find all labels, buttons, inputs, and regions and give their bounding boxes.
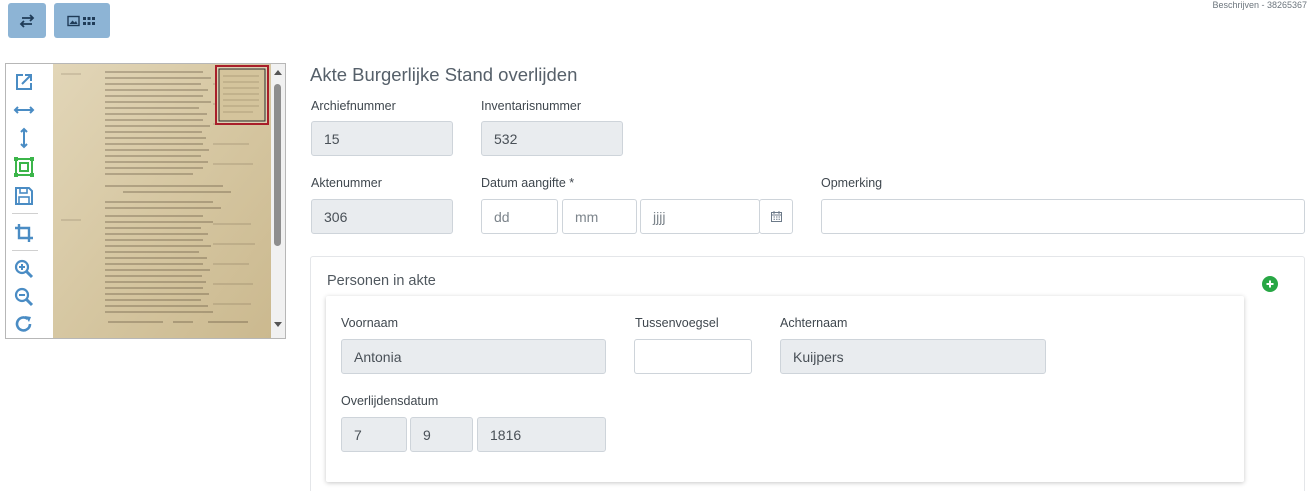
zoom-in-icon[interactable]	[12, 257, 36, 281]
opmerking-label: Opmerking	[821, 176, 883, 190]
aktenummer-label: Aktenummer	[311, 176, 382, 190]
overlijdensdatum-label: Overlijdensdatum	[341, 394, 439, 408]
scroll-down-icon[interactable]	[274, 322, 282, 327]
overlijdensdatum-month-field[interactable]: 9	[410, 417, 473, 452]
archiefnummer-label: Archiefnummer	[311, 99, 396, 113]
image-grid-button[interactable]	[54, 3, 110, 38]
swap-layout-button[interactable]	[8, 3, 46, 38]
voornaam-label: Voornaam	[341, 316, 398, 330]
opmerking-field[interactable]	[821, 199, 1305, 234]
tussenvoegsel-field[interactable]	[634, 339, 752, 374]
image-grid-icon	[67, 15, 95, 26]
datum-aangifte-year-input[interactable]: jjjj	[640, 199, 760, 234]
record-reference: Beschrijven - 38265367	[1212, 0, 1307, 10]
save-icon[interactable]	[12, 184, 36, 208]
scrollbar-thumb[interactable]	[274, 84, 281, 246]
calendar-icon	[770, 211, 782, 222]
viewer-scrollbar[interactable]	[271, 64, 285, 338]
fit-height-icon[interactable]	[12, 126, 36, 150]
datum-aangifte-label: Datum aangifte *	[481, 176, 575, 190]
scan-image[interactable]	[53, 64, 271, 338]
viewer-toolbar	[6, 64, 46, 338]
crop-icon[interactable]	[12, 221, 36, 245]
zoom-out-icon[interactable]	[12, 285, 36, 309]
swap-arrows-icon	[19, 13, 35, 28]
scan-icon	[53, 64, 271, 338]
external-link-icon[interactable]	[12, 70, 36, 94]
tussenvoegsel-label: Tussenvoegsel	[635, 316, 719, 330]
overlijdensdatum-day-field[interactable]: 7	[341, 417, 407, 452]
inventarisnummer-label: Inventarisnummer	[481, 99, 582, 113]
add-person-button[interactable]	[1262, 276, 1278, 292]
inventarisnummer-field[interactable]: 532	[481, 121, 623, 156]
achternaam-field[interactable]: Kuijpers	[780, 339, 1046, 374]
achternaam-label: Achternaam	[780, 316, 848, 330]
personen-title: Personen in akte	[327, 273, 436, 289]
plus-circle-icon	[1266, 280, 1274, 288]
page-title: Akte Burgerlijke Stand overlijden	[310, 64, 578, 85]
toolbar-divider	[12, 213, 38, 214]
datum-aangifte-day-input[interactable]: dd	[481, 199, 558, 234]
voornaam-field[interactable]: Antonia	[341, 339, 606, 374]
rotate-icon[interactable]	[12, 312, 36, 336]
overlijdensdatum-year-field[interactable]: 1816	[477, 417, 606, 452]
toolbar-divider	[12, 250, 38, 251]
archiefnummer-field[interactable]: 15	[311, 121, 453, 156]
calendar-button[interactable]	[759, 199, 793, 234]
image-viewer[interactable]	[5, 63, 286, 339]
fit-width-icon[interactable]	[12, 98, 36, 122]
scroll-up-icon[interactable]	[274, 70, 282, 75]
datum-aangifte-month-input[interactable]: mm	[562, 199, 637, 234]
fit-page-icon[interactable]	[12, 155, 36, 179]
aktenummer-field[interactable]: 306	[311, 199, 453, 234]
